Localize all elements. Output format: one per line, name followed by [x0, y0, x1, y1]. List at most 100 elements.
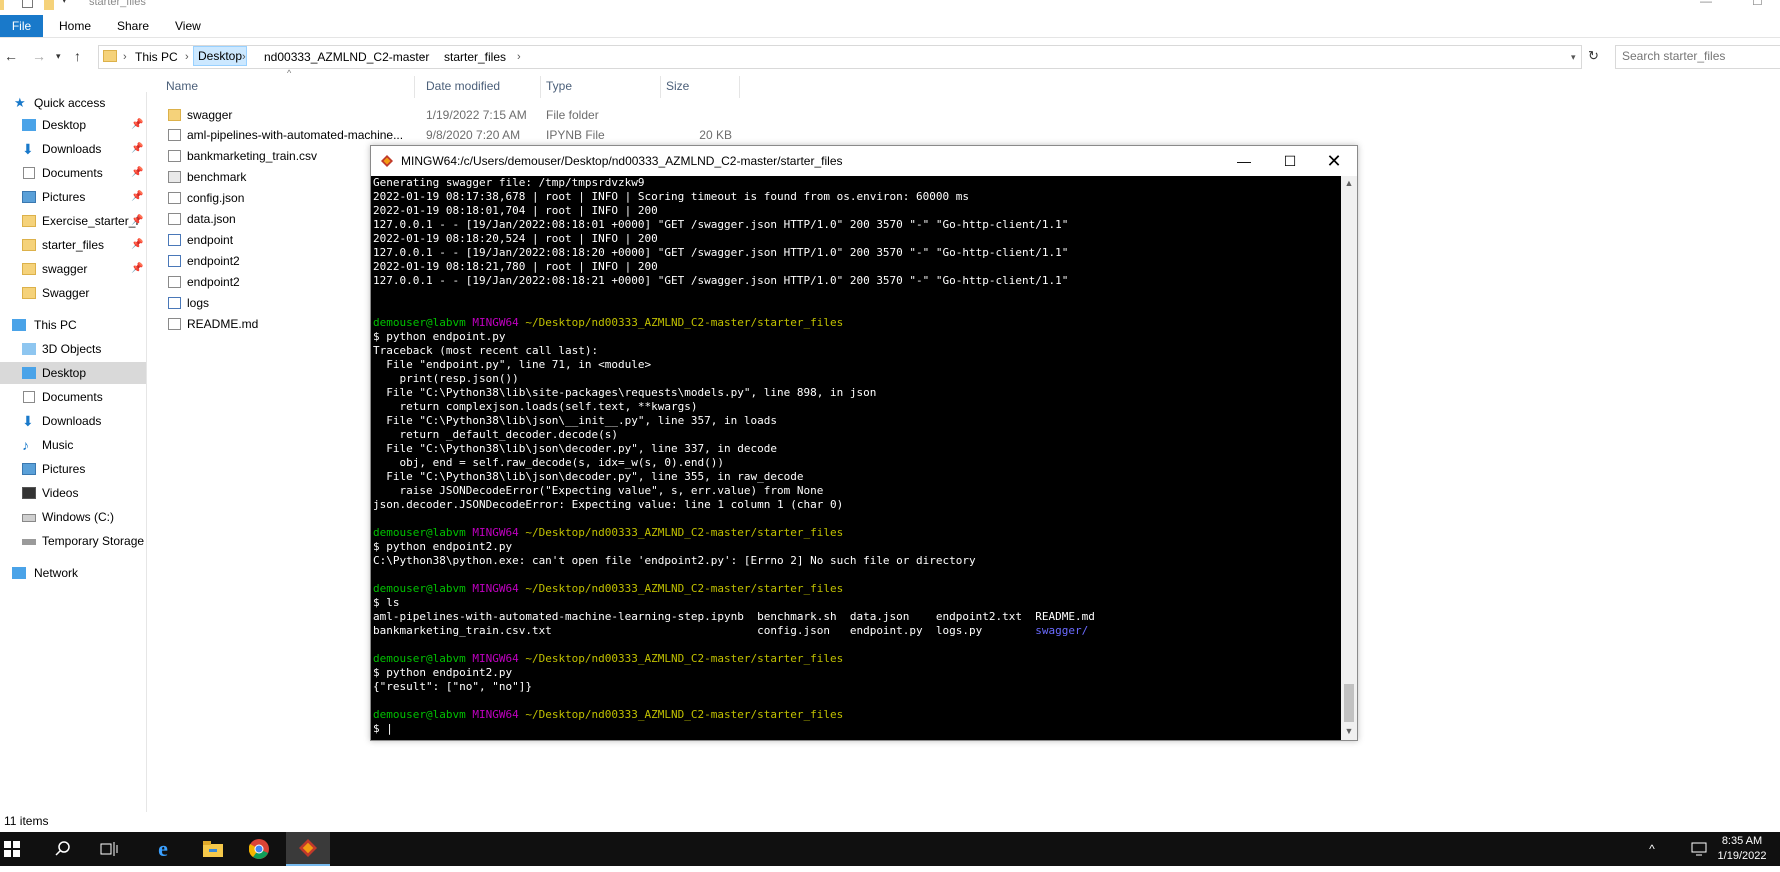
pin-icon[interactable]: 📌	[131, 162, 143, 184]
search-box[interactable]	[1615, 45, 1780, 69]
column-header-date[interactable]: Date modified	[426, 76, 500, 96]
tab-view[interactable]: View	[175, 15, 201, 37]
column-header-size[interactable]: Size	[666, 76, 689, 96]
pin-icon[interactable]: 📌	[131, 258, 143, 280]
terminal-title-bar[interactable]: MINGW64:/c/Users/demouser/Desktop/nd0033…	[371, 146, 1357, 176]
sidebar-item-windows-c[interactable]: Windows (C:)	[0, 506, 146, 528]
prompt-user: demouser@labvm	[373, 316, 466, 329]
folder-icon	[168, 109, 181, 121]
scroll-up-icon[interactable]: ▲	[1341, 178, 1357, 188]
pin-icon[interactable]: 📌	[131, 138, 143, 160]
terminal-minimize-icon[interactable]: —	[1221, 146, 1267, 176]
star-icon: ★	[14, 95, 26, 110]
git-bash-window[interactable]: MINGW64:/c/Users/demouser/Desktop/nd0033…	[370, 145, 1358, 741]
git-bash-icon	[299, 839, 317, 857]
windows-start-icon[interactable]	[0, 832, 24, 866]
git-bash-taskbar-button[interactable]	[286, 832, 330, 866]
sidebar-item-starter-files[interactable]: starter_files 📌	[0, 234, 146, 256]
column-divider[interactable]	[660, 76, 661, 98]
scrollbar-thumb[interactable]	[1344, 684, 1354, 722]
quick-access-dropdown-icon[interactable]: ▾	[62, 0, 67, 9]
refresh-icon[interactable]: ↻	[1588, 48, 1599, 64]
sidebar-item-downloads[interactable]: ⬇ Downloads 📌	[0, 138, 146, 160]
terminal-output-line: aml-pipelines-with-automated-machine-lea…	[373, 610, 1095, 623]
search-input[interactable]	[1616, 46, 1778, 66]
new-folder-icon[interactable]	[44, 0, 54, 10]
sidebar-item-documents[interactable]: Documents 📌	[0, 162, 146, 184]
pin-icon[interactable]: 📌	[131, 114, 143, 136]
chrome-icon[interactable]	[242, 832, 276, 866]
pin-icon[interactable]: 📌	[131, 234, 143, 256]
sidebar-item-videos[interactable]: Videos	[0, 482, 146, 504]
sidebar-item-exercise-starter[interactable]: Exercise_starter_f 📌	[0, 210, 146, 232]
sidebar-item-quick-access[interactable]: ★ Quick access	[0, 92, 146, 114]
taskbar: e ^ 8:35 AM 1/19/2022	[0, 832, 1780, 866]
prompt-host: MINGW64	[472, 526, 519, 539]
chevron-up-icon[interactable]: ^	[1640, 832, 1664, 866]
computer-icon	[12, 319, 26, 331]
sidebar-item-3d-objects[interactable]: 3D Objects	[0, 338, 146, 360]
file-name: data.json	[187, 212, 236, 226]
terminal-maximize-icon[interactable]: ☐	[1267, 146, 1313, 176]
sidebar-item-downloads-pc[interactable]: ⬇ Downloads	[0, 410, 146, 432]
chevron-right-icon[interactable]: ›	[421, 46, 425, 68]
properties-checkbox-icon[interactable]	[22, 0, 33, 8]
tab-file[interactable]: File	[0, 15, 43, 37]
sidebar-item-label: Temporary Storage	[42, 534, 145, 548]
sidebar-item-pictures[interactable]: Pictures 📌	[0, 186, 146, 208]
terminal-scrollbar[interactable]: ▲ ▼	[1341, 176, 1357, 740]
prompt-host: MINGW64	[472, 582, 519, 595]
address-bar[interactable]: › This PC › Desktop › nd00333_AZMLND_C2-…	[98, 45, 1582, 69]
sidebar-item-desktop[interactable]: Desktop 📌	[0, 114, 146, 136]
internet-explorer-icon[interactable]: e	[146, 832, 180, 866]
pin-icon[interactable]: 📌	[131, 186, 143, 208]
terminal-close-icon[interactable]: ✕	[1311, 146, 1357, 176]
chevron-right-icon[interactable]: ›	[242, 46, 246, 68]
column-header-name[interactable]: Name	[166, 76, 198, 96]
tab-home[interactable]: Home	[59, 15, 91, 37]
up-arrow-icon[interactable]: ↑	[74, 48, 81, 64]
back-arrow-icon[interactable]: ←	[4, 48, 18, 64]
breadcrumb-nd00333[interactable]: nd00333_AZMLND_C2-master	[264, 46, 429, 68]
sidebar-item-network[interactable]: Network	[0, 562, 146, 584]
column-header-type[interactable]: Type	[546, 76, 572, 96]
minimize-icon[interactable]: —	[1700, 0, 1712, 8]
tab-share[interactable]: Share	[117, 15, 149, 37]
address-dropdown-icon[interactable]: ▾	[1571, 46, 1576, 68]
breadcrumb-desktop[interactable]: Desktop	[193, 46, 248, 66]
sidebar-item-swagger[interactable]: Swagger	[0, 282, 146, 304]
task-view-icon[interactable]	[92, 832, 126, 866]
scroll-down-icon[interactable]: ▼	[1341, 726, 1357, 736]
git-bash-icon	[381, 155, 393, 167]
pin-icon[interactable]: 📌	[131, 210, 143, 232]
breadcrumb-this-pc[interactable]: This PC	[135, 46, 178, 68]
sidebar-item-temporary-storage[interactable]: Temporary Storage	[0, 530, 146, 552]
sidebar-item-swagger-pinned[interactable]: swagger 📌	[0, 258, 146, 280]
sidebar-item-label: Downloads	[42, 414, 102, 428]
sidebar-item-documents-pc[interactable]: Documents	[0, 386, 146, 408]
sidebar-item-label: Windows (C:)	[42, 510, 115, 524]
column-divider[interactable]	[540, 76, 541, 98]
sidebar-item-label: swagger	[42, 262, 88, 276]
chevron-right-icon[interactable]: ›	[517, 46, 521, 68]
file-row[interactable]: aml-pipelines-with-automated-machine... …	[160, 125, 740, 145]
chevron-right-icon[interactable]: ›	[185, 46, 189, 68]
sidebar-item-this-pc[interactable]: This PC	[0, 314, 146, 336]
forward-arrow-icon[interactable]: →	[32, 48, 46, 64]
recent-locations-icon[interactable]: ▾	[56, 51, 61, 62]
column-divider[interactable]	[414, 76, 415, 98]
file-name: bankmarketing_train.csv	[187, 149, 318, 163]
file-row[interactable]: swagger 1/19/2022 7:15 AM File folder	[160, 105, 740, 125]
sidebar-item-music[interactable]: ♪ Music	[0, 434, 146, 456]
search-icon[interactable]	[46, 832, 80, 866]
sidebar-item-pictures-pc[interactable]: Pictures	[0, 458, 146, 480]
taskbar-clock[interactable]: 8:35 AM 1/19/2022	[1690, 834, 1770, 864]
column-divider[interactable]	[739, 76, 740, 98]
maximize-icon[interactable]: ☐	[1752, 0, 1763, 8]
sidebar-item-desktop-pc[interactable]: Desktop	[0, 362, 146, 384]
chevron-right-icon[interactable]: ›	[123, 46, 127, 68]
file-explorer-icon[interactable]	[196, 832, 230, 866]
breadcrumb-starter-files[interactable]: starter_files	[444, 46, 506, 68]
terminal-output[interactable]: Generating swagger file: /tmp/tmpsrdvzkw…	[371, 176, 1341, 740]
